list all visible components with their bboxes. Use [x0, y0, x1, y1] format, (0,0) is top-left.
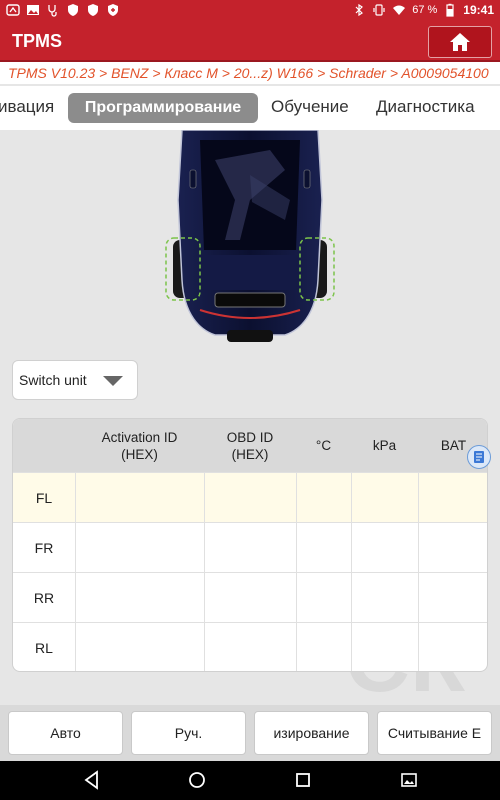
floating-document-button[interactable] [467, 445, 491, 469]
tpms-screen: { "status_bar": { "battery": "67 %", "ti… [0, 0, 500, 800]
shield-icon [68, 4, 78, 16]
column-divider [75, 472, 76, 671]
breadcrumb: TPMS V10.23 > BENZ > Класс M > 20...z) W… [0, 62, 500, 84]
app-title: TPMS [12, 31, 63, 51]
column-divider [296, 472, 297, 671]
auto-button[interactable]: Авто [8, 711, 123, 755]
row-label-rr: RR [33, 590, 55, 606]
row-label-fr: FR [34, 540, 54, 556]
image-icon [27, 5, 39, 15]
home-icon [450, 33, 470, 51]
car-diagram [0, 129, 500, 350]
recents-icon[interactable] [292, 769, 314, 791]
wifi-icon [393, 5, 406, 15]
table-row[interactable]: FR [13, 522, 487, 572]
chevron-down-icon [103, 376, 123, 386]
screenshot-icon[interactable] [398, 769, 420, 791]
shield-icon [88, 4, 98, 16]
bottom-action-bar: Авто Руч. изирование Считывание Е [0, 705, 500, 761]
stethoscope-icon [48, 5, 57, 17]
table-row[interactable]: RR [13, 572, 487, 622]
row-label-fl: FL [35, 490, 53, 506]
manual-button[interactable]: Руч. [131, 711, 246, 755]
clock: 19:41 [463, 3, 494, 17]
speedometer-icon [6, 4, 20, 16]
table-header: Activation ID (HEX) OBD ID (HEX) °C kPa … [13, 419, 487, 472]
app-header: TPMS [0, 22, 500, 62]
vpn-shield-icon [108, 4, 118, 16]
back-icon[interactable] [81, 769, 103, 791]
tab-bar: ивация Программирование Обучение Диагнос… [0, 86, 500, 130]
system-nav-bar [0, 761, 500, 800]
home-button[interactable] [428, 26, 492, 58]
table-row[interactable]: FL [13, 472, 487, 522]
column-divider [351, 472, 352, 671]
column-divider [204, 472, 205, 671]
tab-programming[interactable]: Программирование [68, 93, 258, 123]
status-bar: 67 % 19:41 [0, 0, 500, 22]
col-temperature: °C [315, 438, 332, 453]
vibrate-icon [373, 4, 385, 16]
tab-diagnostics[interactable]: Диагностика [376, 97, 475, 117]
battery-percent: 67 % [412, 4, 438, 16]
bluetooth-icon [355, 3, 364, 17]
synchronize-button[interactable]: изирование [254, 711, 369, 755]
switch-unit-label: Switch unit [19, 372, 87, 388]
col-activation-id: Activation ID (HEX) [101, 429, 178, 462]
col-pressure: kPa [372, 438, 397, 453]
home-nav-icon[interactable] [186, 769, 208, 791]
sensor-table: Activation ID (HEX) OBD ID (HEX) °C kPa … [12, 418, 488, 672]
tab-learning[interactable]: Обучение [271, 97, 349, 117]
car-illustration [165, 129, 335, 342]
battery-icon [446, 3, 454, 17]
col-obd-id: OBD ID (HEX) [226, 429, 274, 462]
document-icon [474, 451, 484, 463]
table-row[interactable]: RL [13, 622, 487, 671]
tab-activation[interactable]: ивация [0, 97, 54, 117]
row-label-rl: RL [35, 640, 53, 656]
switch-unit-dropdown[interactable]: Switch unit [12, 360, 138, 400]
read-ecu-button[interactable]: Считывание Е [377, 711, 492, 755]
column-divider [418, 472, 419, 671]
